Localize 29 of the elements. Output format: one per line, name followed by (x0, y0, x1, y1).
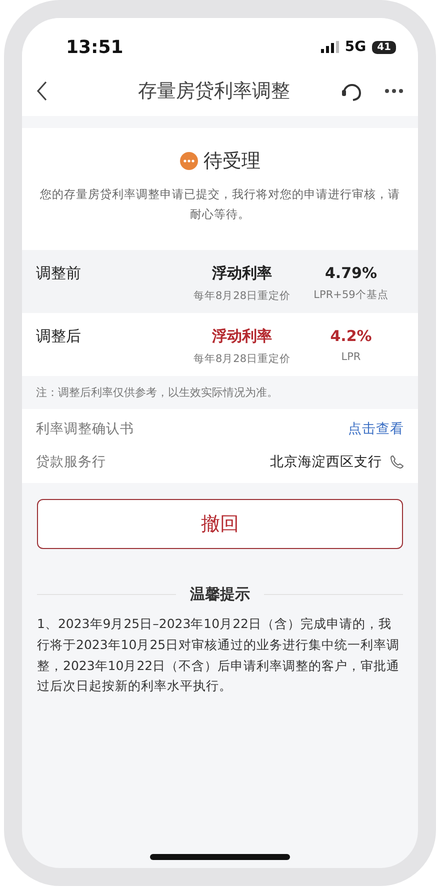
withdraw-button[interactable]: 撤回 (37, 499, 403, 550)
status-label: 待受理 (204, 149, 260, 174)
status-time: 13:51 (66, 36, 124, 58)
tips-title: 温馨提示 (190, 585, 250, 604)
rate-basis: LPR+59个基点 (314, 288, 388, 302)
pending-icon (180, 152, 198, 170)
note-text: 注：调整后利率仅供参考，以生效实际情况为准。 (35, 385, 279, 402)
rate-value: 4.79% (324, 264, 378, 282)
network-label: 5G (344, 39, 366, 55)
rate-label: 调整后 (36, 327, 82, 348)
reprice-text: 每年8月28日重定价 (193, 289, 291, 304)
tips-text: 1、2023年9月25日–2023年10月22日（含）完成申请的，我行将于2023年10月25日对审核通过的业务进行集中统一利率调整，2023年10月22日（不含）后申请利率调整的客户，审批通过后次日起按新的利率水平执行。 (36, 615, 401, 696)
view-link[interactable]: 点击查看 (348, 420, 404, 438)
rate-label: 调整前 (36, 264, 82, 284)
detail-label: 利率调整确认书 (36, 420, 134, 438)
reprice-text: 每年8月28日重定价 (193, 352, 291, 366)
page-title: 存量房贷利率调整 (137, 79, 291, 104)
rate-type: 浮动利率 (212, 264, 272, 284)
status-message: 您的存量房贷利率调整申请已提交，我行将对您的申请进行审核，请耐心等待。 (39, 186, 401, 224)
battery-level: 41 (372, 40, 396, 54)
phone-icon[interactable] (390, 455, 404, 470)
rate-value: 4.2% (330, 327, 372, 346)
back-icon[interactable] (36, 81, 48, 101)
rate-basis: LPR (341, 351, 361, 364)
detail-label: 贷款服务行 (36, 453, 106, 472)
rate-type: 浮动利率 (212, 327, 272, 346)
detail-value: 北京海淀西区支行 (270, 453, 382, 472)
more-icon[interactable] (384, 88, 404, 94)
signal-icon (320, 41, 339, 53)
